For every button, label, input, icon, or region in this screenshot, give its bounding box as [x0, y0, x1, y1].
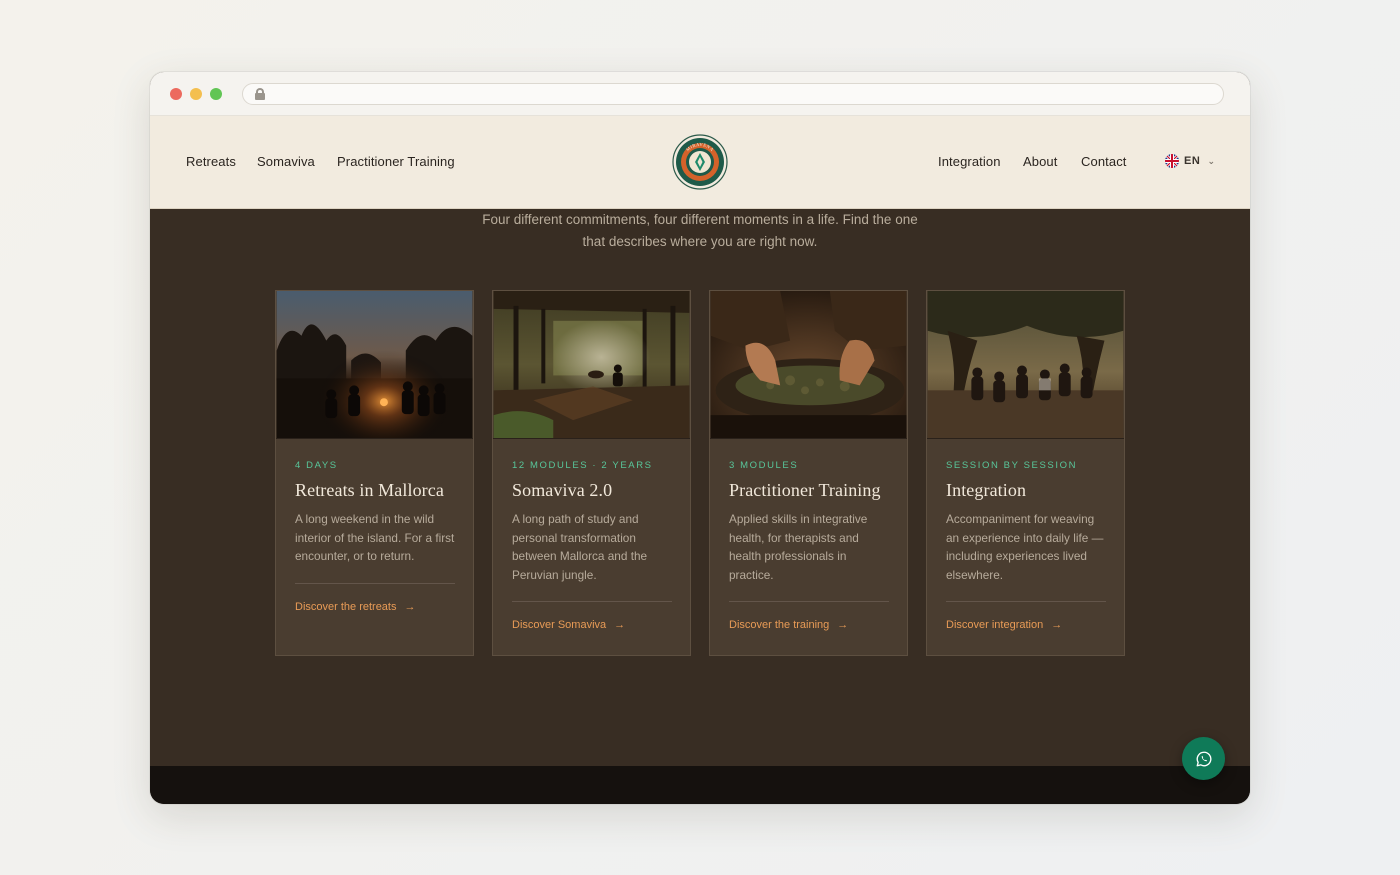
card-title: Somaviva 2.0 — [512, 480, 613, 500]
card-image-group-under-tree — [927, 291, 1124, 439]
intro-line-1: Four different commitments, four differe… — [482, 212, 918, 227]
nav-link-somaviva[interactable]: Somaviva — [257, 154, 315, 169]
nav-link-practitioner-training[interactable]: Practitioner Training — [337, 154, 455, 169]
browser-window: Retreats Somaviva Practitioner Training … — [150, 72, 1250, 804]
logo-emblem-icon: MIRAVENA — [672, 134, 728, 190]
nav-link-contact[interactable]: Contact — [1081, 154, 1127, 169]
card-image-jungle-hut — [493, 291, 690, 439]
card-image-hands-herbs — [710, 291, 907, 439]
chevron-down-icon: ⌄ — [1207, 155, 1216, 166]
offering-card-integration: SESSION BY SESSION Integration Accompani… — [926, 290, 1125, 656]
browser-chrome — [150, 72, 1250, 116]
card-description: Accompaniment for weaving an experience … — [946, 512, 1104, 582]
discover-retreats-link[interactable]: Discover the retreats → — [295, 601, 454, 613]
nav-link-integration[interactable]: Integration — [938, 154, 1001, 169]
arrow-right-icon: → — [837, 619, 849, 631]
card-cta-label: Discover Somaviva — [512, 619, 607, 631]
arrow-right-icon: → — [1051, 619, 1063, 631]
nav-link-retreats[interactable]: Retreats — [186, 154, 236, 169]
offering-card-training: 3 MODULES Practitioner Training Applied … — [709, 290, 908, 656]
card-description: A long weekend in the wild interior of t… — [295, 512, 455, 563]
discover-training-link[interactable]: Discover the training → — [729, 619, 888, 631]
language-label: EN — [1184, 155, 1201, 167]
card-title: Integration — [946, 480, 1027, 500]
card-cta-label: Discover integration — [946, 619, 1044, 631]
discover-integration-link[interactable]: Discover integration → — [946, 619, 1105, 631]
lock-icon — [255, 88, 265, 100]
arrow-right-icon: → — [404, 600, 416, 613]
language-selector[interactable]: EN ⌄ — [1165, 154, 1216, 168]
minimize-window-button[interactable] — [190, 88, 202, 100]
close-window-button[interactable] — [170, 88, 182, 100]
discover-somaviva-link[interactable]: Discover Somaviva → — [512, 619, 671, 631]
card-divider — [946, 601, 1106, 602]
whatsapp-button[interactable] — [1182, 737, 1225, 780]
maximize-window-button[interactable] — [210, 88, 222, 100]
nav-link-about[interactable]: About — [1023, 154, 1057, 169]
card-cta-label: Discover the training — [729, 619, 830, 631]
card-description: Applied skills in integrative health, fo… — [729, 512, 868, 582]
card-eyebrow: SESSION BY SESSION — [946, 460, 1078, 471]
address-bar[interactable] — [242, 83, 1224, 105]
uk-flag-icon — [1165, 154, 1179, 168]
offerings-section: Four different commitments, four differe… — [150, 209, 1250, 766]
arrow-right-icon: → — [614, 619, 626, 631]
offering-card-retreats: 4 DAYS Retreats in Mallorca A long weeke… — [275, 290, 474, 656]
card-cta-label: Discover the retreats — [295, 600, 397, 613]
site-logo[interactable]: MIRAVENA — [672, 134, 728, 190]
footer-band — [150, 766, 1250, 804]
card-divider — [295, 582, 455, 584]
card-divider — [512, 601, 672, 602]
card-title: Practitioner Training — [729, 480, 881, 500]
whatsapp-icon — [1196, 751, 1211, 766]
offering-card-somaviva: 12 MODULES · 2 YEARS Somaviva 2.0 A long… — [492, 290, 691, 656]
card-divider — [729, 601, 889, 602]
card-eyebrow: 12 MODULES · 2 YEARS — [512, 460, 653, 471]
card-image-campfire — [276, 291, 473, 439]
card-description: A long path of study and personal transf… — [512, 512, 648, 582]
card-title: Retreats in Mallorca — [295, 480, 444, 500]
card-eyebrow: 3 MODULES — [729, 460, 799, 471]
card-eyebrow: 4 DAYS — [295, 460, 338, 471]
intro-line-2: that describes where you are right now. — [582, 234, 818, 249]
section-intro: Four different commitments, four differe… — [450, 209, 950, 253]
site-header: Retreats Somaviva Practitioner Training … — [150, 116, 1250, 209]
